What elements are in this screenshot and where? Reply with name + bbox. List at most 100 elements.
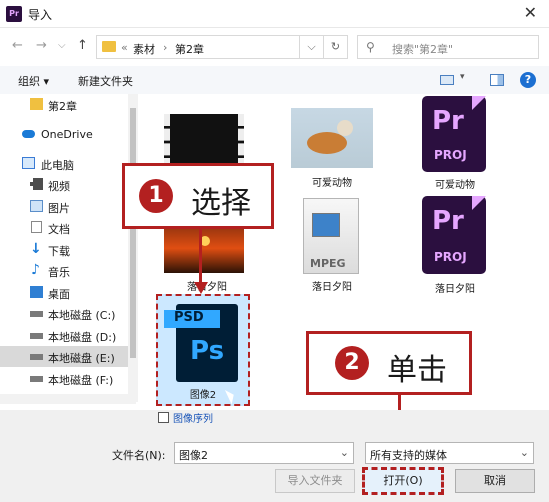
- step-number-badge: 2: [335, 346, 369, 380]
- address-dropdown-icon[interactable]: ⌵: [299, 36, 323, 58]
- music-icon: ♪: [31, 262, 40, 278]
- sidebar-horizontal-scrollbar[interactable]: [0, 394, 136, 404]
- file-item-video[interactable]: [160, 114, 254, 170]
- filename-value: 图像2: [179, 449, 208, 462]
- import-folder-button[interactable]: 导入文件夹: [275, 469, 355, 493]
- up-arrow-icon[interactable]: ↑: [77, 38, 88, 53]
- sidebar-item-label: 本地磁盘 (D:): [48, 331, 117, 344]
- sidebar-item-pictures[interactable]: 图片: [0, 196, 128, 217]
- folder-icon: [30, 98, 43, 110]
- forward-arrow-icon[interactable]: →: [36, 38, 47, 53]
- sidebar-item-drive-f[interactable]: 本地磁盘 (F:): [0, 368, 128, 389]
- sidebar-item-label: 文档: [48, 223, 70, 236]
- sidebar-item-label: 图片: [48, 202, 70, 215]
- sidebar-item-label: 桌面: [48, 288, 70, 301]
- desktop-icon: [30, 286, 43, 298]
- new-folder-button[interactable]: 新建文件夹: [78, 73, 133, 89]
- filename-label: 文件名(N):: [112, 449, 166, 462]
- view-options-icon[interactable]: [440, 75, 454, 85]
- sidebar-item-drive-c[interactable]: 本地磁盘 (C:): [0, 303, 128, 324]
- sidebar-item-label: 第2章: [48, 100, 77, 113]
- filename-input[interactable]: 图像2 ⌄: [174, 442, 354, 464]
- drive-icon: [30, 376, 43, 382]
- folder-icon: [102, 41, 116, 52]
- page-corner: [472, 96, 486, 110]
- navigation-pane[interactable]: 第2章 OneDrive 此电脑 视频 图片 文档 ↓ 下载 ♪ 音乐 桌面 本…: [0, 94, 136, 402]
- sidebar-item-drive-e[interactable]: 本地磁盘 (E:): [0, 346, 128, 367]
- search-box[interactable]: ⚲ 搜索"第2章": [357, 35, 539, 59]
- recent-locations-icon[interactable]: ⌵: [58, 40, 66, 51]
- chevron-down-icon[interactable]: ⌄: [520, 446, 529, 459]
- refresh-icon[interactable]: ↻: [323, 36, 347, 58]
- drive-icon: [30, 333, 43, 339]
- mpeg-file-icon: MPEG: [303, 198, 359, 274]
- back-arrow-icon[interactable]: ←: [12, 38, 23, 53]
- sidebar-item-downloads[interactable]: ↓ 下载: [0, 239, 128, 260]
- close-icon[interactable]: ✕: [524, 3, 537, 22]
- file-item-sunset-project[interactable]: Pr PROJ 落日夕阳: [408, 196, 502, 295]
- image-sequence-label[interactable]: 图像序列: [173, 410, 213, 425]
- sidebar-item-label: 本地磁盘 (F:): [48, 374, 114, 387]
- file-name: 落日夕阳: [312, 282, 352, 293]
- mpeg-label: MPEG: [310, 257, 346, 270]
- file-name: 可爱动物: [312, 178, 352, 189]
- sidebar-item-label: 下载: [48, 245, 70, 258]
- premiere-app-icon: Pr: [6, 6, 22, 22]
- ps-label: Ps: [190, 336, 225, 366]
- preview-pane-icon[interactable]: [490, 74, 504, 86]
- file-item-cute-animal-photo[interactable]: 可爱动物: [285, 108, 379, 192]
- drive-icon: [30, 354, 43, 360]
- breadcrumb-sep: ›: [163, 41, 168, 54]
- download-icon: ↓: [30, 241, 42, 257]
- page-corner: [472, 196, 486, 210]
- arrow-connector: [199, 229, 202, 284]
- open-button[interactable]: 打开(O): [362, 467, 444, 495]
- file-item-image2-psd[interactable]: PSD Ps 图像2: [156, 294, 250, 406]
- pr-label: Pr: [432, 106, 464, 136]
- arrow-head: [194, 282, 208, 294]
- sidebar-item-label: 此电脑: [41, 159, 74, 172]
- premiere-project-icon: Pr PROJ: [422, 96, 486, 172]
- sidebar-scrollbar[interactable]: [128, 94, 138, 402]
- sidebar-item-videos[interactable]: 视频: [0, 174, 128, 195]
- breadcrumb-chapter2[interactable]: 第2章: [175, 41, 204, 57]
- callout-text: 单击: [387, 353, 447, 388]
- sidebar-item-this-pc[interactable]: 此电脑: [0, 153, 128, 174]
- breadcrumb-material[interactable]: 素材: [133, 41, 155, 57]
- file-type-select[interactable]: 所有支持的媒体 ⌄: [365, 442, 534, 464]
- view-dropdown-icon[interactable]: ▾: [460, 72, 465, 82]
- sidebar-item-label: OneDrive: [41, 128, 93, 141]
- help-icon[interactable]: ?: [520, 72, 536, 88]
- breadcrumb-overflow[interactable]: «: [121, 41, 128, 54]
- sidebar-item-label: 视频: [48, 180, 70, 193]
- sidebar-item-music[interactable]: ♪ 音乐: [0, 260, 128, 281]
- step-number-badge: 1: [139, 179, 173, 213]
- search-icon: ⚲: [366, 40, 375, 54]
- picture-icon: [30, 200, 43, 212]
- proj-label: PROJ: [434, 250, 467, 264]
- drive-icon: [30, 311, 43, 317]
- search-placeholder[interactable]: 搜索"第2章": [392, 41, 453, 57]
- file-item-sunset-mpeg[interactable]: MPEG 落日夕阳: [285, 192, 379, 294]
- sidebar-item-chapter2[interactable]: 第2章: [0, 94, 128, 115]
- address-bar[interactable]: « 素材 › 第2章 ⌵ ↻: [96, 35, 348, 59]
- video-icon: [30, 178, 43, 190]
- chevron-down-icon[interactable]: ⌄: [340, 446, 349, 459]
- computer-icon: [22, 157, 35, 169]
- sidebar-item-drive-d[interactable]: 本地磁盘 (D:): [0, 325, 128, 346]
- psd-label: PSD: [174, 310, 204, 325]
- file-item-cute-animal-project[interactable]: Pr PROJ 可爱动物: [408, 96, 502, 192]
- file-type-value: 所有支持的媒体: [370, 449, 447, 462]
- cancel-button[interactable]: 取消: [455, 469, 535, 493]
- file-name: 可爱动物: [435, 180, 475, 191]
- sidebar-item-label: 音乐: [48, 266, 70, 279]
- image-sequence-checkbox[interactable]: [158, 412, 169, 423]
- premiere-project-icon: Pr PROJ: [422, 196, 486, 274]
- organize-button[interactable]: 组织 ▾: [18, 73, 49, 89]
- sidebar-item-desktop[interactable]: 桌面: [0, 282, 128, 303]
- sidebar-item-label: 本地磁盘 (C:): [48, 309, 116, 322]
- sidebar-item-documents[interactable]: 文档: [0, 217, 128, 238]
- sidebar-item-onedrive[interactable]: OneDrive: [0, 124, 128, 145]
- scrollbar-thumb[interactable]: [130, 108, 136, 358]
- title-bar: Pr 导入 ✕: [0, 0, 549, 28]
